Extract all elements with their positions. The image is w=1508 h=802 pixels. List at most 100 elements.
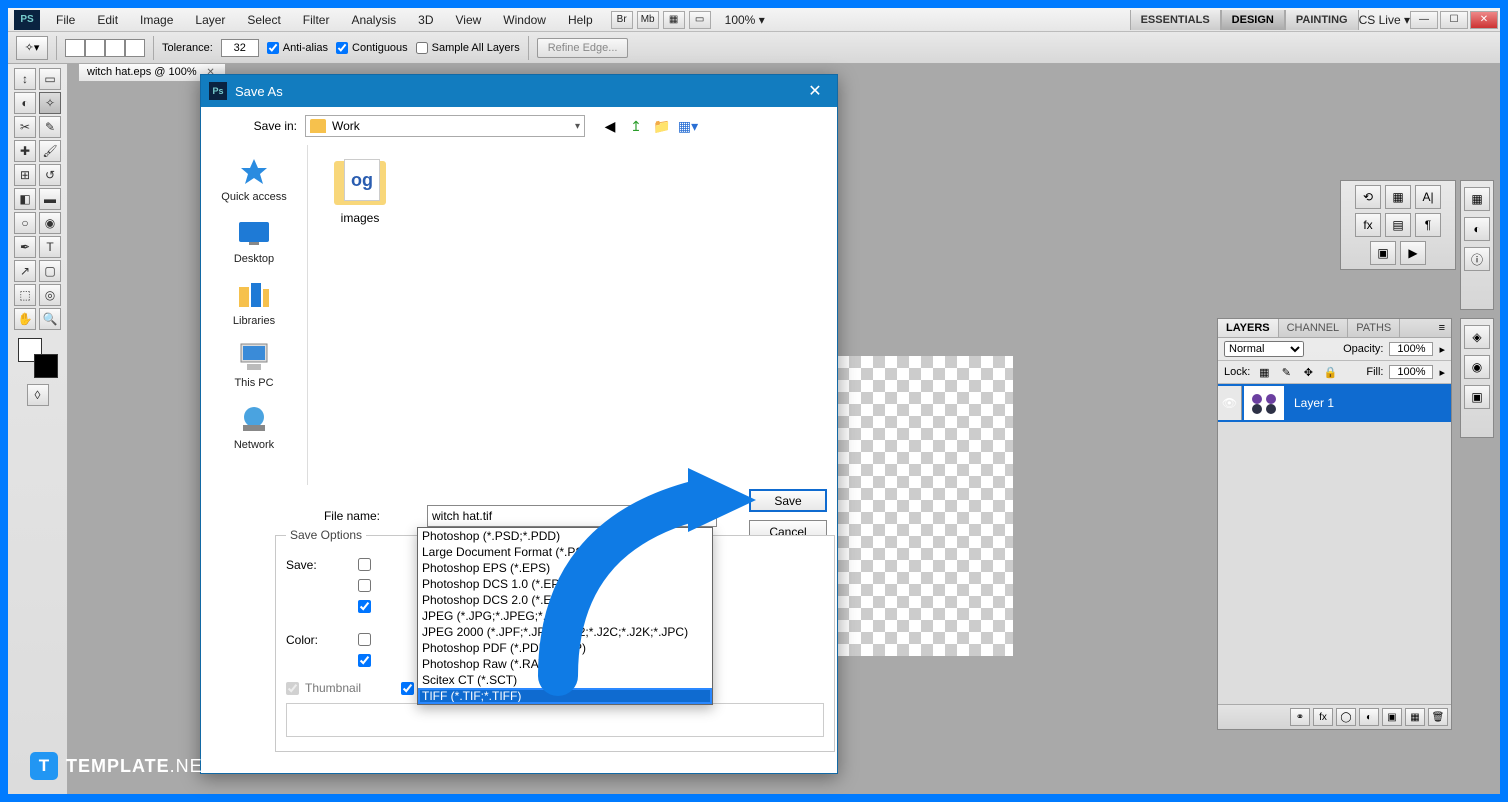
path-tool[interactable]: ↗ [14, 260, 36, 282]
3d-tool[interactable]: ⬚ [14, 284, 36, 306]
nav-viewmenu-icon[interactable]: ▦▾ [677, 115, 699, 137]
menu-file[interactable]: File [46, 9, 85, 31]
place-libraries[interactable]: Libraries [233, 279, 275, 327]
workspace-design[interactable]: DESIGN [1221, 10, 1285, 30]
format-option-selected[interactable]: TIFF (*.TIF;*.TIFF) [418, 688, 712, 704]
menu-3d[interactable]: 3D [408, 9, 443, 31]
format-option[interactable]: Photoshop DCS 2.0 (*.EPS) [418, 592, 712, 608]
filename-input[interactable] [427, 505, 717, 527]
save-opt-check-3[interactable] [358, 600, 371, 613]
place-quickaccess[interactable]: Quick access [221, 155, 286, 203]
paragraph-panel-icon[interactable]: ¶ [1415, 213, 1441, 237]
file-view[interactable]: og images [307, 145, 837, 485]
marquee-tool[interactable]: ▭ [39, 68, 61, 90]
history-brush-tool[interactable]: ↺ [39, 164, 61, 186]
color-opt-check-2[interactable] [358, 654, 371, 667]
savein-select[interactable]: Work ▾ [305, 115, 585, 137]
place-desktop[interactable]: Desktop [234, 217, 274, 265]
3d-camera-tool[interactable]: ◎ [39, 284, 61, 306]
dodge-tool[interactable]: ◉ [39, 212, 61, 234]
close-button[interactable]: ✕ [1470, 11, 1498, 29]
save-opt-check-1[interactable] [358, 558, 371, 571]
fill-flyout-icon[interactable]: ▸ [1439, 366, 1445, 379]
format-option[interactable]: Large Document Format (*.PSB) [418, 544, 712, 560]
eyedropper-tool[interactable]: ✎ [39, 116, 61, 138]
dialog-close-icon[interactable]: ✕ [801, 79, 829, 103]
fill-input[interactable] [1389, 365, 1433, 379]
view-extras-button[interactable]: ▦ [663, 11, 685, 29]
pen-tool[interactable]: ✒ [14, 236, 36, 258]
menu-select[interactable]: Select [237, 9, 290, 31]
layer-group-icon[interactable]: ▣ [1382, 708, 1402, 726]
styles-panel-icon[interactable]: fx [1355, 213, 1381, 237]
lasso-tool[interactable]: ◐ [14, 92, 36, 114]
new-layer-icon[interactable]: ▦ [1405, 708, 1425, 726]
thumbnail-checkbox[interactable]: Thumbnail [286, 681, 361, 695]
tolerance-input[interactable] [221, 39, 259, 57]
folder-item[interactable]: og images [318, 155, 402, 225]
color-swatches[interactable] [18, 338, 58, 378]
antialias-checkbox[interactable]: Anti-alias [267, 42, 328, 54]
history-panel-icon[interactable]: ⟲ [1355, 185, 1381, 209]
format-option[interactable]: Photoshop (*.PSD;*.PDD) [418, 528, 712, 544]
brush-tool[interactable]: 🖌 [39, 140, 61, 162]
lock-position-icon[interactable]: ✥ [1300, 364, 1316, 380]
menu-help[interactable]: Help [558, 9, 603, 31]
minimize-button[interactable]: — [1410, 11, 1438, 29]
menu-window[interactable]: Window [493, 9, 556, 31]
opacity-input[interactable] [1389, 342, 1433, 356]
blend-mode-select[interactable]: Normal [1224, 341, 1304, 357]
color-panel-icon[interactable]: ▦ [1464, 187, 1490, 211]
sample-all-checkbox[interactable]: Sample All Layers [416, 42, 520, 54]
zoom-tool[interactable]: 🔍 [39, 308, 61, 330]
paths-collapse-icon[interactable]: ▣ [1464, 385, 1490, 409]
tab-channels[interactable]: CHANNEL [1279, 319, 1349, 337]
adjustment-layer-icon[interactable]: ◐ [1359, 708, 1379, 726]
layer-mask-icon[interactable]: ◯ [1336, 708, 1356, 726]
format-option[interactable]: Photoshop DCS 1.0 (*.EPS) [418, 576, 712, 592]
delete-layer-icon[interactable]: 🗑 [1428, 708, 1448, 726]
dialog-titlebar[interactable]: Ps Save As ✕ [201, 75, 837, 107]
selection-intersect[interactable] [125, 39, 145, 57]
screen-mode-button[interactable]: ▭ [689, 11, 711, 29]
background-color[interactable] [34, 354, 58, 378]
format-option[interactable]: Photoshop PDF (*.PDF;*.PDP) [418, 640, 712, 656]
lock-all-icon[interactable]: 🔒 [1322, 364, 1338, 380]
contiguous-checkbox[interactable]: Contiguous [336, 42, 408, 54]
layer-item[interactable]: 👁 Layer 1 [1218, 384, 1451, 422]
menu-analysis[interactable]: Analysis [341, 9, 406, 31]
eraser-tool[interactable]: ◧ [14, 188, 36, 210]
lock-transparent-icon[interactable]: ▦ [1256, 364, 1272, 380]
cslive-button[interactable]: CS Live ▾ [1359, 13, 1410, 27]
format-option[interactable]: Photoshop EPS (*.EPS) [418, 560, 712, 576]
format-option[interactable]: JPEG (*.JPG;*.JPEG;*.JPE) [418, 608, 712, 624]
panel-menu-icon[interactable]: ≡ [1433, 319, 1451, 337]
color-opt-check-1[interactable] [358, 633, 371, 646]
menu-image[interactable]: Image [130, 9, 183, 31]
layers-collapse-icon[interactable]: ◈ [1464, 325, 1490, 349]
layer-thumbnail[interactable] [1244, 386, 1284, 420]
menu-filter[interactable]: Filter [293, 9, 340, 31]
menu-layer[interactable]: Layer [185, 9, 235, 31]
swatches-panel-icon[interactable]: ▦ [1385, 185, 1411, 209]
save-opt-check-2[interactable] [358, 579, 371, 592]
opacity-flyout-icon[interactable]: ▸ [1439, 343, 1445, 356]
nav-back-icon[interactable]: ◀ [599, 115, 621, 137]
gradient-tool[interactable]: ▬ [39, 188, 61, 210]
bridge-button[interactable]: Br [611, 11, 633, 29]
zoom-level[interactable]: 100% ▾ [719, 13, 771, 27]
maximize-button[interactable]: ☐ [1440, 11, 1468, 29]
layer-fx-icon[interactable]: fx [1313, 708, 1333, 726]
shape-tool[interactable]: ▢ [39, 260, 61, 282]
format-option[interactable]: Scitex CT (*.SCT) [418, 672, 712, 688]
quickmask-button[interactable]: ◊ [27, 384, 49, 406]
character-panel-icon[interactable]: A| [1415, 185, 1441, 209]
selection-add[interactable] [85, 39, 105, 57]
actions-panel-icon[interactable]: ▣ [1370, 241, 1396, 265]
crop-tool[interactable]: ✂ [14, 116, 36, 138]
workspace-painting[interactable]: PAINTING [1285, 10, 1359, 30]
lock-pixels-icon[interactable]: ✎ [1278, 364, 1294, 380]
blur-tool[interactable]: ○ [14, 212, 36, 234]
info-panel-icon[interactable]: ⓘ [1464, 247, 1490, 271]
nav-newfolder-icon[interactable]: 📁 [651, 115, 673, 137]
